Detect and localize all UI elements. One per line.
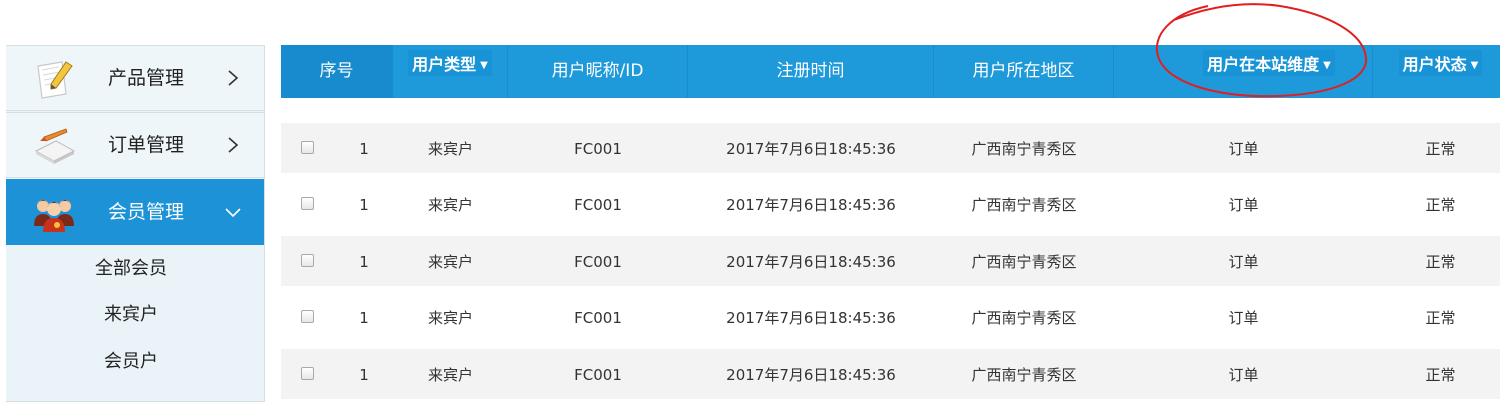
submenu-label: 会员户 (104, 351, 158, 372)
cell-user-type: 来宾户 (427, 196, 473, 214)
cell-status: 正常 (1425, 309, 1456, 327)
cell-index: 1 (359, 366, 369, 384)
cell-register-time: 2017年7月6日18:45:36 (726, 253, 896, 271)
cell-user-type: 来宾户 (427, 253, 473, 271)
sidebar: 产品管理 订单管理 会员管理 全部会员 来宾户 会员户 (6, 45, 265, 402)
column-header-dimension[interactable]: 用户在本站维度 ▼ (1114, 45, 1373, 98)
column-header-label: 注册时间 (776, 61, 845, 81)
row-checkbox[interactable] (301, 197, 314, 210)
chevron-down-icon (225, 208, 241, 218)
product-pencil-icon (37, 61, 73, 99)
column-header-user-type[interactable]: 用户类型 ▼ (393, 45, 508, 98)
table-row[interactable]: 1 来宾户 FC001 2017年7月6日18:45:36 广西南宁青秀区 订单… (281, 179, 1500, 229)
table-row[interactable]: 1 来宾户 FC001 2017年7月6日18:45:36 广西南宁青秀区 订单… (281, 236, 1500, 286)
column-header-label: 用户所在地区 (972, 61, 1075, 81)
sort-dropdown[interactable]: 用户状态 ▼ (1398, 50, 1483, 76)
cell-user-type: 来宾户 (427, 140, 473, 158)
cell-user-id: FC001 (574, 196, 622, 214)
sort-down-icon: ▼ (1323, 60, 1331, 71)
cell-register-time: 2017年7月6日18:45:36 (726, 366, 896, 384)
member-table: 序号 用户类型 ▼ 用户昵称/ID 注册时间 用户所在地区 用户在本站维度 ▼ 用户… (281, 45, 1500, 401)
row-checkbox[interactable] (301, 310, 314, 323)
table-row[interactable]: 1 来宾户 FC001 2017年7月6日18:45:36 广西南宁青秀区 订单… (281, 292, 1500, 342)
cell-index: 1 (359, 253, 369, 271)
chevron-right-icon (228, 70, 239, 86)
table-header: 序号 用户类型 ▼ 用户昵称/ID 注册时间 用户所在地区 用户在本站维度 ▼ 用户… (281, 45, 1500, 98)
cell-user-id: FC001 (574, 253, 622, 271)
cell-dimension: 订单 (1228, 196, 1259, 214)
cell-dimension: 订单 (1228, 366, 1259, 384)
column-header-index[interactable]: 序号 (281, 45, 393, 98)
submenu-label: 来宾户 (104, 304, 158, 325)
sidebar-item-products[interactable]: 产品管理 (6, 45, 264, 111)
sort-down-icon: ▼ (1470, 60, 1479, 71)
sort-down-icon: ▼ (480, 60, 488, 71)
column-header-label: 用户昵称/ID (551, 61, 644, 81)
row-checkbox[interactable] (301, 254, 314, 267)
cell-user-id: FC001 (574, 366, 622, 384)
column-header-region[interactable]: 用户所在地区 (934, 45, 1114, 98)
cell-status: 正常 (1425, 253, 1456, 271)
table-row[interactable]: 1 来宾户 FC001 2017年7月6日18:45:36 广西南宁青秀区 订单… (281, 349, 1500, 399)
sidebar-item-label: 会员管理 (108, 201, 185, 223)
sidebar-item-orders[interactable]: 订单管理 (6, 112, 264, 178)
cell-user-id: FC001 (574, 140, 622, 158)
cell-dimension: 订单 (1228, 309, 1259, 327)
cell-status: 正常 (1425, 366, 1456, 384)
cell-region: 广西南宁青秀区 (971, 196, 1077, 214)
cell-region: 广西南宁青秀区 (971, 253, 1077, 271)
submenu-label: 全部会员 (95, 258, 167, 279)
submenu-item-guests[interactable]: 来宾户 (6, 295, 264, 335)
cell-status: 正常 (1425, 140, 1456, 158)
cell-register-time: 2017年7月6日18:45:36 (726, 196, 896, 214)
column-header-nickname-id[interactable]: 用户昵称/ID (508, 45, 688, 98)
sort-dropdown[interactable]: 用户在本站维度 ▼ (1203, 50, 1335, 76)
sidebar-item-label: 订单管理 (108, 134, 185, 156)
table-row[interactable]: 1 来宾户 FC001 2017年7月6日18:45:36 广西南宁青秀区 订单… (281, 123, 1500, 173)
sidebar-item-members[interactable]: 会员管理 (6, 179, 264, 245)
cell-index: 1 (359, 140, 369, 158)
column-header-status[interactable]: 用户状态 ▼ (1373, 45, 1500, 98)
cell-user-type: 来宾户 (427, 309, 473, 327)
cell-index: 1 (359, 196, 369, 214)
cell-status: 正常 (1425, 196, 1456, 214)
cell-register-time: 2017年7月6日18:45:36 (726, 140, 896, 158)
chevron-right-icon (228, 137, 239, 153)
row-checkbox[interactable] (301, 141, 314, 154)
order-pen-icon (34, 128, 76, 164)
sort-dropdown[interactable]: 用户类型 ▼ (408, 50, 492, 76)
submenu-item-all-members[interactable]: 全部会员 (6, 249, 264, 289)
submenu-item-member-accounts[interactable]: 会员户 (6, 342, 264, 382)
cell-region: 广西南宁青秀区 (971, 309, 1077, 327)
cell-user-type: 来宾户 (427, 366, 473, 384)
cell-region: 广西南宁青秀区 (971, 140, 1077, 158)
row-checkbox[interactable] (301, 367, 314, 380)
cell-dimension: 订单 (1228, 140, 1259, 158)
cell-dimension: 订单 (1228, 253, 1259, 271)
members-group-icon (34, 200, 74, 232)
sidebar-item-label: 产品管理 (108, 67, 185, 89)
cell-region: 广西南宁青秀区 (971, 366, 1077, 384)
table-spacer (281, 98, 1500, 123)
column-header-label: 序号 (319, 61, 354, 81)
cell-index: 1 (359, 309, 369, 327)
cell-user-id: FC001 (574, 309, 622, 327)
column-header-register-time[interactable]: 注册时间 (688, 45, 934, 98)
cell-register-time: 2017年7月6日18:45:36 (726, 309, 896, 327)
